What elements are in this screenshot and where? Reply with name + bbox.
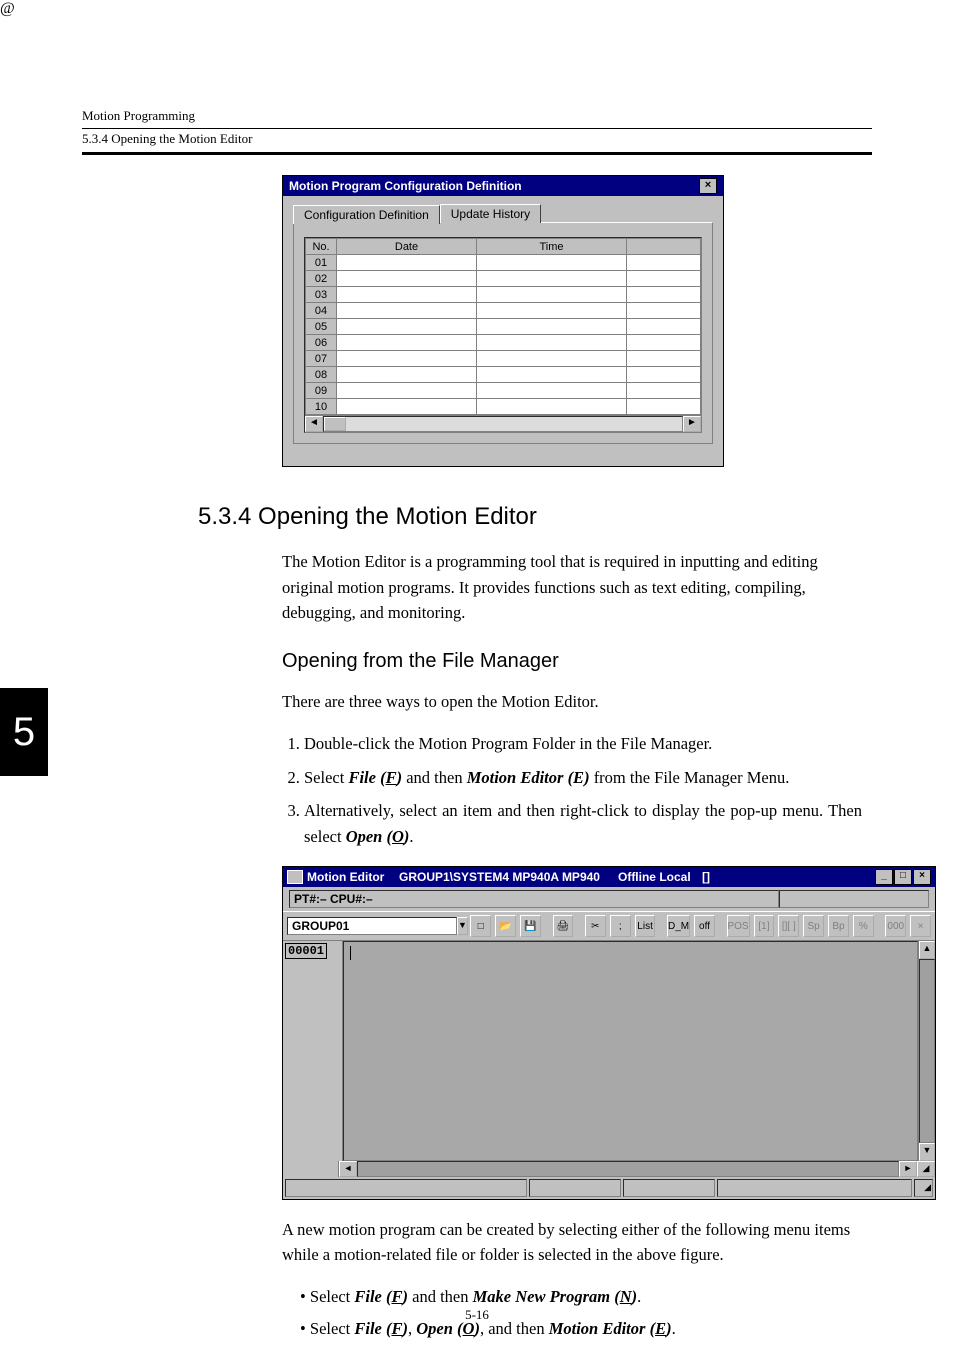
status-cell — [285, 1179, 527, 1197]
line-number: 00001 — [285, 943, 327, 959]
table-row: 08 — [306, 367, 701, 383]
subsection-heading: Opening from the File Manager — [282, 650, 872, 673]
motion-editor-window: Motion Editor GROUP1\SYSTEM4 MP940A MP94… — [282, 866, 936, 1200]
percent-button[interactable]: % — [853, 915, 874, 937]
col-blank — [627, 239, 701, 255]
chevron-down-icon[interactable]: ▼ — [457, 917, 468, 935]
title-path: GROUP1\SYSTEM4 MP940A MP940 — [399, 870, 600, 884]
connection-status: PT#:– CPU#:– — [289, 890, 779, 908]
grid-hscrollbar[interactable]: ◄ ► — [305, 415, 701, 432]
history-grid: No. Date Time 01 02 03 — [304, 237, 702, 433]
table-row: 05 — [306, 319, 701, 335]
tab-config-definition[interactable]: Configuration Definition — [293, 205, 440, 224]
list-button[interactable]: List — [635, 915, 656, 937]
table-row: 09 — [306, 383, 701, 399]
off-button[interactable]: off — [694, 915, 715, 937]
semicolon-button[interactable]: ; — [610, 915, 631, 937]
list-item: Select File (F) and then Motion Editor (… — [304, 765, 862, 791]
status-cell — [717, 1179, 912, 1197]
list-item: Double-click the Motion Program Folder i… — [304, 731, 862, 757]
after-figure-text: A new motion program can be created by s… — [282, 1217, 862, 1268]
resize-grip-icon[interactable]: ◢ — [914, 1179, 933, 1197]
scroll-right-icon[interactable]: ► — [683, 416, 701, 432]
scroll-right-icon[interactable]: ► — [899, 1161, 917, 1177]
new-icon[interactable]: □ — [470, 915, 491, 937]
title-app: Motion Editor — [307, 870, 384, 884]
col-date: Date — [337, 239, 477, 255]
vertical-scrollbar[interactable]: ▲ ▼ — [918, 941, 935, 1161]
dialog-titlebar: Motion Program Configuration Definition … — [283, 176, 723, 196]
status-bar: ◢ — [283, 1177, 935, 1199]
list-lead: There are three ways to open the Motion … — [282, 689, 862, 715]
pos-button[interactable]: POS — [727, 915, 750, 937]
scroll-left-icon[interactable]: ◄ — [339, 1161, 357, 1177]
status-cell — [529, 1179, 621, 1197]
scroll-left-icon[interactable]: ◄ — [305, 416, 323, 432]
sp-button[interactable]: Sp — [803, 915, 824, 937]
col-time: Time — [477, 239, 627, 255]
table-row: 04 — [306, 303, 701, 319]
caret — [350, 946, 351, 960]
chapter-tab: 5 — [0, 688, 48, 776]
step-button[interactable]: [1] — [754, 915, 775, 937]
table-row: 07 — [306, 351, 701, 367]
save-icon[interactable]: 💾 — [520, 915, 541, 937]
table-row: 03 — [306, 287, 701, 303]
group-input[interactable] — [287, 917, 457, 935]
pause-button[interactable]: [][ ] — [778, 915, 799, 937]
table-row: 10 — [306, 399, 701, 415]
running-head: Motion Programming 5.3.4 Opening the Mot… — [82, 108, 872, 155]
scroll-down-icon[interactable]: ▼ — [919, 1143, 935, 1161]
line-gutter: 00001 — [283, 941, 343, 1161]
minimize-icon[interactable]: _ — [875, 869, 893, 885]
title-flags: [] — [702, 870, 710, 884]
resize-grip-icon[interactable]: ◢ — [917, 1161, 935, 1177]
counter-button[interactable]: 000 — [885, 915, 906, 937]
abort-icon[interactable]: × — [910, 915, 931, 937]
code-area[interactable] — [343, 941, 918, 1161]
cut-icon[interactable]: ✂ — [585, 915, 606, 937]
page-number: 5-16 — [0, 1307, 954, 1323]
dm-button[interactable]: D_M — [667, 915, 690, 937]
list-item: Select File (F) and then Make New Progra… — [300, 1284, 862, 1310]
runhead-subtitle: 5.3.4 Opening the Motion Editor — [82, 129, 872, 155]
list-item: Alternatively, select an item and then r… — [304, 798, 862, 849]
app-icon — [287, 870, 303, 884]
status-cell — [623, 1179, 715, 1197]
close-icon[interactable]: × — [913, 869, 931, 885]
table-row: 01 — [306, 255, 701, 271]
runhead-title: Motion Programming — [82, 108, 872, 124]
dialog-title-text: Motion Program Configuration Definition — [289, 179, 522, 193]
print-icon[interactable]: 🖨 — [553, 915, 574, 937]
col-no: No. — [306, 239, 337, 255]
section-intro: The Motion Editor is a programming tool … — [282, 549, 862, 626]
toolbar: ▼ □ 📂 💾 🖨 ✂ ; List D_M off POS — [283, 911, 935, 941]
info-blank — [779, 890, 929, 908]
group-selector[interactable]: ▼ — [287, 917, 457, 935]
config-dialog: Motion Program Configuration Definition … — [282, 175, 724, 467]
table-row: 02 — [306, 271, 701, 287]
window-titlebar: Motion Editor GROUP1\SYSTEM4 MP940A MP94… — [283, 867, 935, 887]
tab-update-history[interactable]: Update History — [440, 204, 541, 223]
scroll-up-icon[interactable]: ▲ — [919, 941, 935, 959]
bp-button[interactable]: Bp — [828, 915, 849, 937]
section-heading: 5.3.4 Opening the Motion Editor — [198, 503, 872, 531]
open-icon[interactable]: 📂 — [495, 915, 516, 937]
maximize-icon[interactable]: □ — [894, 869, 912, 885]
title-status: Offline Local — [618, 870, 691, 884]
horizontal-scrollbar[interactable]: ◄ ► ◢ — [283, 1161, 935, 1177]
table-row: 06 — [306, 335, 701, 351]
close-icon[interactable]: × — [699, 178, 717, 194]
open-methods-list: Double-click the Motion Program Folder i… — [282, 731, 862, 849]
